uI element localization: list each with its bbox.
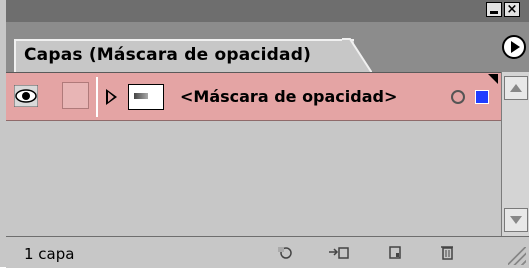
selected-corner-icon bbox=[488, 74, 498, 84]
layer-row[interactable]: <Máscara de opacidad> bbox=[6, 73, 501, 121]
scroll-up-button[interactable] bbox=[504, 76, 528, 100]
layer-thumbnail[interactable] bbox=[128, 84, 164, 110]
selection-square-icon[interactable] bbox=[475, 90, 489, 104]
panel-title-bar[interactable]: × bbox=[6, 0, 529, 22]
tab-label: Capas (Máscara de opacidad) bbox=[24, 45, 312, 65]
tab-strip: Capas (Máscara de opacidad) bbox=[6, 22, 529, 73]
scroll-down-button[interactable] bbox=[504, 208, 528, 232]
panel-menu-button[interactable] bbox=[502, 35, 526, 59]
clip-layer-icon[interactable] bbox=[328, 244, 350, 260]
target-circle-icon[interactable] bbox=[451, 90, 465, 104]
resize-grip-icon[interactable] bbox=[508, 247, 526, 265]
visibility-eye-icon[interactable] bbox=[14, 85, 38, 107]
vertical-scrollbar[interactable] bbox=[501, 72, 529, 236]
layers-panel: × Capas (Máscara de opacidad) <Máscara d… bbox=[0, 0, 529, 268]
close-button[interactable]: × bbox=[504, 2, 520, 17]
new-layer-icon[interactable] bbox=[386, 244, 404, 260]
layer-list: <Máscara de opacidad> bbox=[6, 72, 501, 237]
new-effect-icon[interactable] bbox=[276, 244, 294, 260]
trash-icon[interactable] bbox=[438, 244, 456, 260]
tab-slant-edge bbox=[342, 38, 372, 73]
minimize-button[interactable] bbox=[486, 2, 502, 17]
status-bar: 1 capa bbox=[6, 236, 529, 268]
lock-toggle[interactable] bbox=[62, 82, 89, 109]
layer-name[interactable]: <Máscara de opacidad> bbox=[180, 87, 397, 106]
layer-count: 1 capa bbox=[24, 245, 75, 263]
divider bbox=[96, 77, 98, 117]
expand-triangle-inner bbox=[108, 92, 114, 102]
